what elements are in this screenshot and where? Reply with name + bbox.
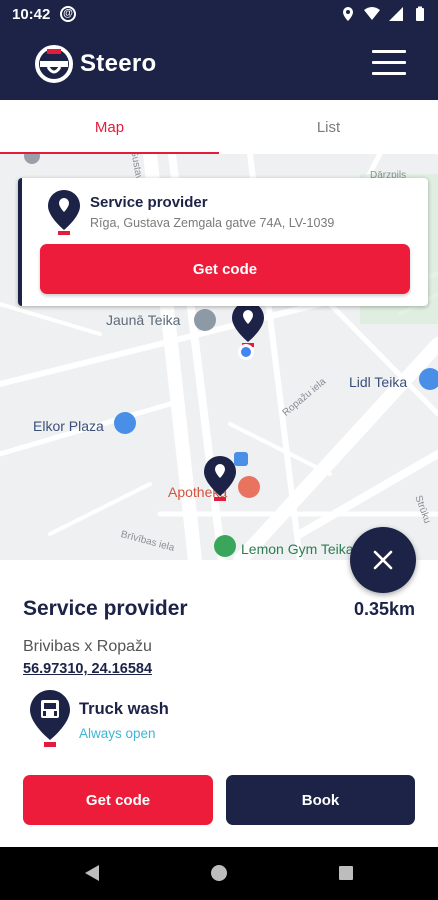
brand-name: Steero [80,50,157,77]
pharmacy-icon [238,476,260,498]
info-card-get-code-button[interactable]: Get code [40,244,410,294]
provider-title: Service provider [23,597,188,620]
battery-icon [416,6,424,21]
current-location-icon [238,344,254,360]
back-icon[interactable] [83,864,101,882]
info-card-title: Service provider [90,194,208,211]
book-button[interactable]: Book [226,775,415,825]
truck-wash-icon [30,690,70,747]
service-status: Always open [79,726,156,741]
map-label-elkor-plaza: Elkor Plaza [33,418,104,434]
app-bar: Steero [0,30,438,100]
map-pin-marker[interactable] [232,302,264,348]
transit-icon [234,452,248,466]
map-pin-marker[interactable] [204,456,236,502]
system-nav-bar [0,847,438,900]
map-view[interactable]: Gustava Dārzpils Ropažu iela Brīvības ie… [0,154,438,560]
view-tabs: Map List [0,100,438,154]
status-time: 10:42 [12,6,51,23]
shopping-cart-icon [419,368,438,390]
steering-wheel-logo-icon [35,45,73,83]
close-button[interactable] [350,527,416,593]
close-icon [373,550,393,570]
status-icons [340,6,428,22]
wifi-icon [364,7,380,20]
get-code-button[interactable]: Get code [23,775,213,825]
tab-map[interactable]: Map [0,100,219,154]
map-label-lidl-teika: Lidl Teika [349,374,408,390]
provider-details-sheet: Service provider 0.35km Brivibas x Ropaž… [0,560,438,847]
provider-coordinates-link[interactable]: 56.97310, 24.16584 [23,661,152,677]
recents-icon[interactable] [337,864,355,882]
info-card-address: Rīga, Gustava Zemgala gatve 74A, LV-1039 [90,216,335,230]
tab-list[interactable]: List [219,100,438,154]
brand-logo: Steero [34,44,157,84]
signal-icon [389,7,403,21]
hamburger-menu-icon[interactable] [372,50,406,76]
location-icon [343,7,353,21]
shopping-bag-icon [114,412,136,434]
place-poi-icon [194,309,216,331]
map-label-jauna-teika: Jaunā Teika [106,312,181,328]
gym-icon [214,535,236,557]
provider-info-card: Service provider Rīga, Gustava Zemgala g… [18,178,428,306]
map-label-lemon-gym: Lemon Gym Teika [241,541,354,557]
provider-address: Brivibas x Ropažu [23,638,152,655]
at-sign-icon: @ [60,6,76,22]
map-pin-icon [48,190,80,235]
home-icon[interactable] [210,864,228,882]
provider-distance: 0.35km [353,599,415,619]
status-bar: 10:42 @ [0,0,438,30]
service-name: Truck wash [79,700,169,718]
